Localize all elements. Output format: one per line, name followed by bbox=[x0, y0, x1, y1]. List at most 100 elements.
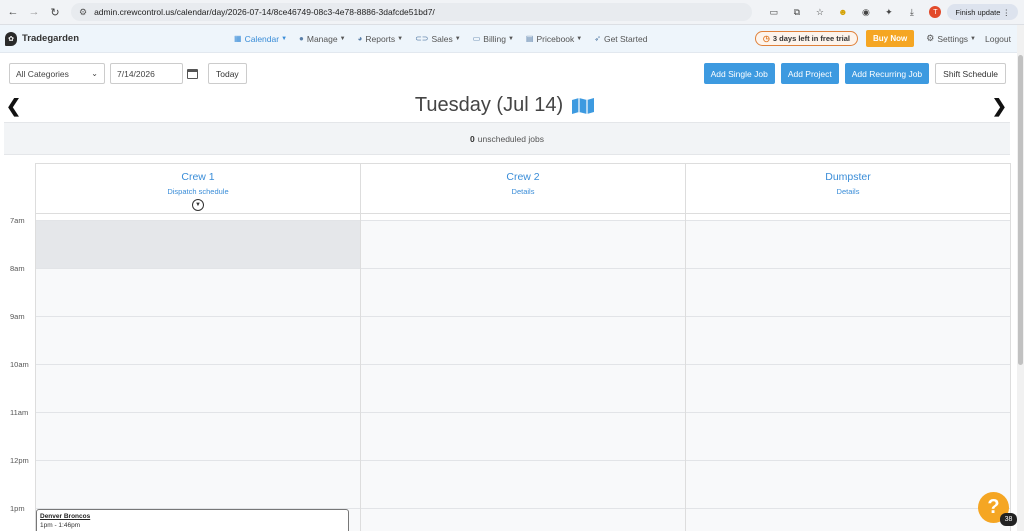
menu-label: Manage bbox=[306, 33, 338, 44]
unavailable-block bbox=[36, 220, 360, 268]
hour-label: 9am bbox=[10, 312, 25, 321]
back-icon[interactable]: ← bbox=[6, 5, 20, 19]
menu-calendar[interactable]: ▦ Calendar ▼ bbox=[234, 34, 287, 44]
logout-link[interactable]: Logout bbox=[985, 34, 1011, 44]
address-bar[interactable]: ⚙ admin.crewcontrol.us/calendar/day/2026… bbox=[71, 3, 753, 21]
crew-name[interactable]: Crew 2 bbox=[361, 171, 685, 183]
menu-label: Calendar bbox=[244, 33, 280, 44]
tradegarden-logo-icon: ✿ bbox=[5, 31, 17, 46]
today-button[interactable]: Today bbox=[208, 63, 247, 84]
browser-toolbar: ← → ↻ ⚙ admin.crewcontrol.us/calendar/da… bbox=[0, 0, 1024, 25]
hour-label: 1pm bbox=[10, 504, 25, 513]
hour-label: 12pm bbox=[10, 456, 29, 465]
hour-line bbox=[686, 268, 1010, 269]
menu-label: Sales bbox=[431, 33, 453, 44]
bookmark-star-icon[interactable]: ☆ bbox=[813, 6, 826, 19]
main-menu: ▦ Calendar ▼ ● Manage ▼ ◕ Reports ▼ ⊂⊃ S… bbox=[234, 34, 659, 44]
book-icon: ▤ bbox=[525, 34, 534, 43]
toolbar-actions: Add Single Job Add Project Add Recurring… bbox=[698, 63, 1006, 84]
crew-2-column[interactable] bbox=[361, 220, 686, 531]
job-time: 1pm - 1:46pm bbox=[40, 522, 81, 529]
caret-down-icon: ▼ bbox=[454, 35, 461, 42]
hour-label: 8am bbox=[10, 264, 25, 273]
job-card[interactable]: Denver Broncos 1pm - 1:46pm bbox=[36, 509, 349, 531]
dispatch-schedule-link[interactable]: Dispatch schedule bbox=[36, 187, 360, 196]
finish-update-button[interactable]: Finish update ⋮ bbox=[947, 4, 1018, 20]
date-input[interactable]: 7/14/2026 bbox=[110, 63, 183, 84]
trial-text: 3 days left in free trial bbox=[772, 34, 851, 43]
card-icon: ▭ bbox=[472, 34, 481, 43]
person-icon: ● bbox=[299, 34, 304, 43]
menu-label: Pricebook bbox=[536, 33, 575, 44]
trial-badge[interactable]: ◷ 3 days left in free trial bbox=[754, 31, 859, 46]
crew-name[interactable]: Dumpster bbox=[686, 171, 1010, 183]
scrollbar-thumb[interactable] bbox=[1018, 55, 1023, 365]
menu-reports[interactable]: ◕ Reports ▼ bbox=[358, 34, 404, 44]
hour-line bbox=[36, 316, 360, 317]
details-link[interactable]: Details bbox=[686, 187, 1010, 196]
buy-now-button[interactable]: Buy Now bbox=[866, 30, 915, 47]
gear-icon: ⚙ bbox=[926, 33, 935, 43]
menu-sales[interactable]: ⊂⊃ Sales ▼ bbox=[415, 34, 461, 44]
job-title[interactable]: Denver Broncos bbox=[40, 513, 345, 520]
hour-line bbox=[361, 268, 685, 269]
menu-label: Billing bbox=[483, 33, 506, 44]
hour-line bbox=[361, 316, 685, 317]
hour-line bbox=[361, 364, 685, 365]
puzzle-icon[interactable]: ✦ bbox=[882, 6, 895, 19]
menu-pricebook[interactable]: ▤ Pricebook ▼ bbox=[526, 34, 582, 44]
download-icon[interactable]: ⤓ bbox=[905, 6, 918, 19]
calendar-picker-icon[interactable] bbox=[187, 68, 198, 79]
extension-face-icon[interactable]: ☻ bbox=[836, 6, 849, 19]
caret-down-icon: ▼ bbox=[576, 35, 583, 42]
menu-manage[interactable]: ● Manage ▼ bbox=[299, 34, 346, 44]
install-app-icon[interactable]: ▭ bbox=[767, 6, 780, 19]
menu-billing[interactable]: ▭ Billing ▼ bbox=[473, 34, 514, 44]
caret-down-icon: ▼ bbox=[281, 35, 288, 42]
reload-icon[interactable]: ↻ bbox=[48, 5, 62, 19]
add-project-button[interactable]: Add Project bbox=[780, 63, 839, 84]
hour-label: 7am bbox=[10, 216, 25, 225]
category-select[interactable]: All Categories ⌄ bbox=[9, 63, 105, 84]
clock-icon: ◷ bbox=[762, 34, 770, 43]
dumpster-column[interactable] bbox=[686, 220, 1011, 531]
next-day-arrow-icon[interactable]: ❯ bbox=[992, 96, 1007, 117]
hour-line bbox=[361, 412, 685, 413]
finish-update-label: Finish update bbox=[955, 7, 1001, 17]
hour-line bbox=[36, 364, 360, 365]
calendar-toolbar: All Categories ⌄ 7/14/2026 Today Add Sin… bbox=[9, 63, 1006, 84]
hour-line bbox=[361, 460, 685, 461]
add-recurring-job-button[interactable]: Add Recurring Job bbox=[844, 63, 930, 84]
hour-line bbox=[36, 412, 360, 413]
unscheduled-jobs-bar[interactable]: 0 unscheduled jobs bbox=[4, 122, 1010, 155]
hour-line bbox=[686, 316, 1010, 317]
hour-line bbox=[36, 460, 360, 461]
settings-label: Settings bbox=[937, 33, 969, 44]
handshake-icon: ⊂⊃ bbox=[415, 34, 429, 43]
profile-avatar[interactable]: T bbox=[929, 6, 942, 18]
unscheduled-count: 0 bbox=[470, 133, 475, 144]
page-scrollbar[interactable] bbox=[1017, 25, 1024, 531]
forward-icon[interactable]: → bbox=[27, 5, 41, 19]
settings-menu[interactable]: ⚙ Settings ▼ bbox=[926, 33, 976, 44]
brand[interactable]: ✿ Tradegarden bbox=[5, 31, 225, 46]
caret-down-icon: ▼ bbox=[507, 35, 514, 42]
camera-icon[interactable]: ◉ bbox=[859, 6, 872, 19]
site-info-icon[interactable]: ⚙ bbox=[79, 7, 87, 18]
help-count-badge: 38 bbox=[1000, 513, 1017, 526]
crew-1-column[interactable] bbox=[36, 220, 361, 531]
map-icon[interactable] bbox=[571, 97, 595, 115]
chevron-down-icon[interactable]: ▼ bbox=[192, 199, 204, 211]
add-single-job-button[interactable]: Add Single Job bbox=[703, 63, 775, 84]
details-link[interactable]: Details bbox=[361, 187, 685, 196]
menu-get-started[interactable]: ➶ Get Started bbox=[594, 34, 647, 44]
brand-name: Tradegarden bbox=[22, 33, 80, 44]
day-title-text: Tuesday (Jul 14) bbox=[414, 94, 564, 116]
hour-line bbox=[686, 508, 1010, 509]
shift-schedule-button[interactable]: Shift Schedule bbox=[935, 63, 1006, 84]
crew-header-dumpster: Dumpster Details bbox=[686, 163, 1011, 214]
cast-icon[interactable]: ⧉ bbox=[790, 6, 803, 19]
crew-name[interactable]: Crew 1 bbox=[36, 171, 360, 183]
hour-line bbox=[36, 220, 360, 221]
nav-right: ◷ 3 days left in free trial Buy Now ⚙ Se… bbox=[754, 30, 1019, 47]
